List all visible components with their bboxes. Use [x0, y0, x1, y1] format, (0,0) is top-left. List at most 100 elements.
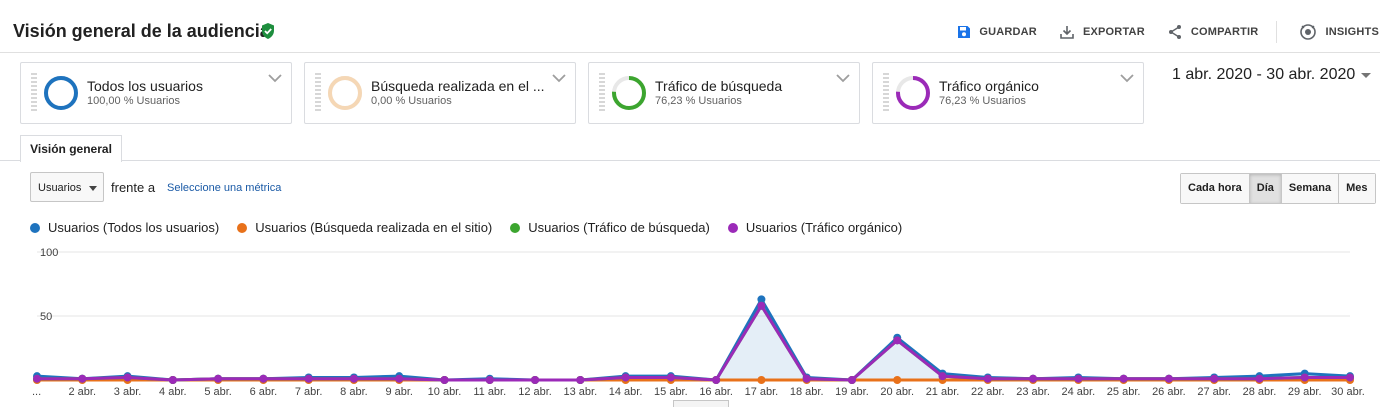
- x-tick-label: 21 abr.: [926, 386, 960, 398]
- granularity-month-button[interactable]: Mes: [1338, 174, 1375, 203]
- chevron-down-icon[interactable]: [1119, 73, 1135, 83]
- page-title: Visión general de la audiencia: [13, 21, 270, 41]
- segment-ring-icon: [612, 76, 646, 110]
- x-tick-label: 18 abr.: [790, 386, 824, 398]
- x-tick-label: 23 abr.: [1016, 386, 1050, 398]
- segment-card-trafico-organico[interactable]: Tráfico orgánico 76,23 % Usuarios: [872, 62, 1144, 124]
- x-tick-label: 17 abr.: [745, 386, 779, 398]
- granularity-hour-button[interactable]: Cada hora: [1181, 174, 1249, 203]
- share-icon: [1168, 25, 1181, 39]
- x-tick-label: 9 abr.: [385, 386, 413, 398]
- data-point: [847, 376, 856, 384]
- insights-button[interactable]: INSIGHTS: [1299, 23, 1379, 41]
- granularity-week-button[interactable]: Semana: [1280, 174, 1339, 203]
- segment-card-todos-usuarios[interactable]: Todos los usuarios 100,00 % Usuarios: [20, 62, 292, 124]
- legend-item[interactable]: Usuarios (Todos los usuarios): [30, 220, 219, 235]
- drag-handle[interactable]: [315, 73, 321, 113]
- x-tick-label: 6 abr.: [250, 386, 278, 398]
- series-line: [37, 302, 1350, 382]
- data-point: [1300, 373, 1309, 382]
- legend-label: Usuarios (Tráfico orgánico): [745, 220, 903, 235]
- insights-icon: [1300, 24, 1317, 40]
- y-tick-label: 50: [40, 311, 52, 323]
- legend-label: Usuarios (Tráfico de búsqueda): [528, 220, 710, 235]
- segment-card-trafico-busqueda[interactable]: Tráfico de búsqueda 76,23 % Usuarios: [588, 62, 860, 124]
- data-point: [1119, 374, 1128, 383]
- x-tick-label: 3 abr.: [114, 386, 142, 398]
- segment-percent: 0,00 % Usuarios: [371, 95, 452, 107]
- data-point: [33, 374, 41, 383]
- data-point: [1074, 374, 1083, 383]
- caret-down-icon[interactable]: [1360, 72, 1372, 80]
- segment-percent: 76,23 % Usuarios: [655, 95, 742, 107]
- legend-item[interactable]: Usuarios (Tráfico orgánico): [727, 220, 903, 235]
- save-label: GUARDAR: [979, 26, 1037, 38]
- tab-vision-general[interactable]: Visión general: [20, 135, 122, 162]
- granularity-toggle: Cada hora Día Semana Mes: [1180, 173, 1376, 204]
- data-point: [757, 301, 766, 310]
- select-metric-link[interactable]: Seleccione una métrica: [167, 182, 281, 194]
- drag-handle[interactable]: [31, 73, 37, 113]
- chevron-down-icon[interactable]: [267, 73, 283, 83]
- x-tick-label: 2 abr.: [69, 386, 97, 398]
- segment-ring-icon: [44, 76, 78, 110]
- insights-label: INSIGHTS: [1325, 26, 1379, 38]
- x-tick-label: 14 abr.: [609, 386, 643, 398]
- x-tick-label: 19 abr.: [835, 386, 869, 398]
- series-line: [37, 302, 1350, 382]
- versus-label: frente a: [111, 180, 156, 195]
- data-point: [893, 376, 902, 384]
- save-button[interactable]: GUARDAR: [957, 25, 1037, 39]
- verified-shield-icon: [262, 23, 274, 39]
- x-tick-label: 13 abr.: [563, 386, 597, 398]
- legend-item[interactable]: Usuarios (Tráfico de búsqueda): [510, 220, 710, 235]
- x-tick-label: 11 abr.: [473, 386, 506, 398]
- x-tick-label: 4 abr.: [159, 386, 187, 398]
- x-tick-label: 25 abr.: [1107, 386, 1141, 398]
- legend-dot: [510, 222, 521, 233]
- granularity-day-button[interactable]: Día: [1248, 174, 1281, 203]
- chart-legend: Usuarios (Todos los usuarios) Usuarios (…: [30, 220, 920, 235]
- segment-name: Todos los usuarios: [87, 78, 203, 94]
- drag-handle[interactable]: [883, 73, 889, 113]
- data-point: [78, 374, 87, 383]
- metric-select[interactable]: Usuarios: [30, 172, 104, 202]
- data-point: [938, 372, 947, 381]
- data-point: [440, 376, 449, 384]
- x-tick-label: 28 abr.: [1243, 386, 1277, 398]
- data-point: [712, 376, 721, 384]
- metric-select-value: Usuarios: [38, 182, 82, 194]
- line-chart: 100 50... 2 abr. 3 abr. 4 abr. 5 abr. 6 abr. 7 …: [32, 247, 1365, 398]
- x-tick-label: 15 abr.: [654, 386, 688, 398]
- segment-ring-icon: [328, 76, 362, 110]
- legend-item[interactable]: Usuarios (Búsqueda realizada en el sitio…: [237, 220, 492, 235]
- data-point: [983, 374, 992, 383]
- chevron-down-icon[interactable]: [835, 73, 851, 83]
- series-line: [36, 296, 1351, 382]
- data-point: [304, 374, 313, 383]
- data-point: [168, 376, 177, 384]
- data-point: [1029, 374, 1038, 383]
- x-tick-label: 27 abr.: [1197, 386, 1231, 398]
- x-tick-label: 24 abr.: [1062, 386, 1096, 398]
- dropdown-arrow-icon: [89, 186, 97, 191]
- top-bar: Visión general de la audiencia GUARDAR E…: [0, 0, 1380, 53]
- series-area: [37, 299, 1350, 380]
- segment-name: Tráfico orgánico: [939, 78, 1039, 94]
- share-button[interactable]: COMPARTIR: [1167, 24, 1259, 40]
- data-point: [666, 373, 675, 382]
- download-icon: [1060, 26, 1074, 39]
- toolbar-divider: [1276, 21, 1278, 43]
- data-point: [576, 376, 585, 384]
- drag-handle[interactable]: [599, 73, 605, 113]
- x-tick-label: 7 abr.: [295, 386, 323, 398]
- date-range-picker[interactable]: 1 abr. 2020 - 30 abr. 2020: [1172, 66, 1355, 84]
- data-point: [123, 373, 132, 382]
- x-tick-label: 29 abr.: [1288, 386, 1322, 398]
- export-button[interactable]: EXPORTAR: [1059, 24, 1145, 40]
- data-point: [531, 376, 540, 384]
- data-point: [349, 374, 358, 383]
- x-tick-label: 22 abr.: [971, 386, 1005, 398]
- segment-card-busqueda-sitio[interactable]: Búsqueda realizada en el ... 0,00 % Usua…: [304, 62, 576, 124]
- chevron-down-icon[interactable]: [551, 73, 567, 83]
